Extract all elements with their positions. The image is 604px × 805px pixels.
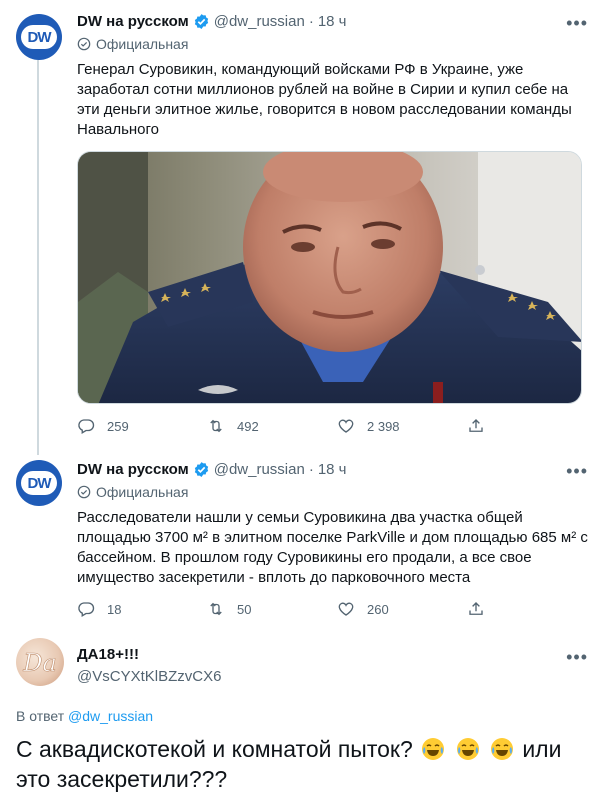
author-name[interactable]: DW на русском [77, 461, 189, 478]
separator: · [308, 460, 314, 478]
timestamp[interactable]: 18 ч [318, 13, 347, 30]
tweet-1[interactable]: DW DW на русском @dw_russian · 18 ч ••• … [0, 0, 604, 455]
reply-avatar-image: Da [16, 638, 64, 686]
like-button[interactable]: 260 [337, 600, 467, 618]
more-icon[interactable]: ••• [566, 648, 588, 666]
author-handle[interactable]: @VsCYXtKlBZzvCX6 [77, 668, 221, 685]
avatar[interactable]: DW [16, 460, 62, 506]
retweet-button[interactable]: 50 [207, 600, 337, 618]
like-icon [338, 419, 354, 433]
reply-text: С аквадискотекой и комнатой пыток? или э… [16, 734, 588, 794]
reply-tweet[interactable]: Da ДА18+!!! @VsCYXtKlBZzvCX6 ••• В ответ… [0, 628, 604, 805]
tweet-photo[interactable] [77, 151, 582, 404]
avatar[interactable]: Da [16, 638, 64, 686]
verified-badge-icon [194, 461, 208, 477]
more-icon[interactable]: ••• [566, 462, 588, 480]
retweet-icon [210, 602, 222, 616]
in-reply-handle[interactable]: @dw_russian [68, 708, 153, 724]
author-handle[interactable]: @dw_russian [214, 461, 305, 478]
reply-count: 259 [107, 418, 129, 434]
official-label-text: Официальная [96, 36, 189, 52]
tweet-content: DW на русском @dw_russian · 18 ч ••• Офи… [77, 10, 588, 140]
retweet-count: 492 [237, 418, 259, 434]
retweet-button[interactable]: 492 [207, 417, 337, 435]
tweet-header: DW на русском @dw_russian · 18 ч [77, 458, 588, 480]
in-reply-label: В ответ [16, 708, 65, 724]
like-count: 2 398 [367, 418, 400, 434]
separator: · [308, 12, 314, 30]
dw-logo: DW [21, 471, 57, 495]
tweet-text: Расследователи нашли у семьи Суровикина … [77, 509, 588, 586]
avatar[interactable]: DW [16, 14, 62, 60]
more-icon[interactable]: ••• [566, 14, 588, 32]
tweet-actions: 18 50 260 [77, 599, 507, 619]
tweet-text: Генерал Суровикин, командующий войсками … [77, 61, 572, 138]
laugh-emoji-icon [456, 738, 479, 760]
laugh-emoji-icon [422, 738, 445, 760]
tweet-header: DW на русском @dw_russian · 18 ч [77, 10, 588, 32]
like-count: 260 [367, 601, 389, 617]
retweet-count: 50 [237, 601, 252, 617]
like-button[interactable]: 2 398 [337, 417, 467, 435]
tweet-2[interactable]: DW DW на русском @dw_russian · 18 ч ••• … [0, 450, 604, 628]
dw-logo: DW [21, 25, 57, 49]
reply-icon [78, 602, 95, 617]
like-icon [338, 602, 354, 616]
in-reply-to: В ответ @dw_russian [16, 708, 153, 724]
thread-line [37, 60, 39, 455]
tweet-content: DW на русском @dw_russian · 18 ч ••• Офи… [77, 458, 588, 588]
verified-badge-icon [194, 13, 208, 29]
share-icon [469, 419, 483, 432]
general-portrait-image [78, 152, 581, 403]
reply-text-part1: С аквадискотекой и комнатой пыток? [16, 736, 413, 762]
reply-count: 18 [107, 601, 122, 617]
timestamp[interactable]: 18 ч [318, 461, 347, 478]
share-button[interactable] [467, 600, 497, 618]
author-handle[interactable]: @dw_russian [214, 13, 305, 30]
official-label: Официальная [77, 482, 588, 502]
official-label-icon [77, 485, 91, 499]
share-icon [469, 602, 483, 615]
official-label: Официальная [77, 34, 588, 54]
share-button[interactable] [467, 417, 497, 435]
official-label-icon [77, 37, 91, 51]
svg-text:Da: Da [22, 649, 57, 677]
reply-icon [78, 419, 95, 434]
official-label-text: Официальная [96, 484, 189, 500]
tweet-actions: 259 492 2 398 [77, 416, 507, 436]
reply-button[interactable]: 259 [77, 417, 207, 435]
reply-button[interactable]: 18 [77, 600, 207, 618]
author-name[interactable]: DW на русском [77, 13, 189, 30]
laugh-emoji-icon [490, 738, 513, 760]
retweet-icon [210, 419, 222, 433]
author-name[interactable]: ДА18+!!! [77, 646, 139, 663]
